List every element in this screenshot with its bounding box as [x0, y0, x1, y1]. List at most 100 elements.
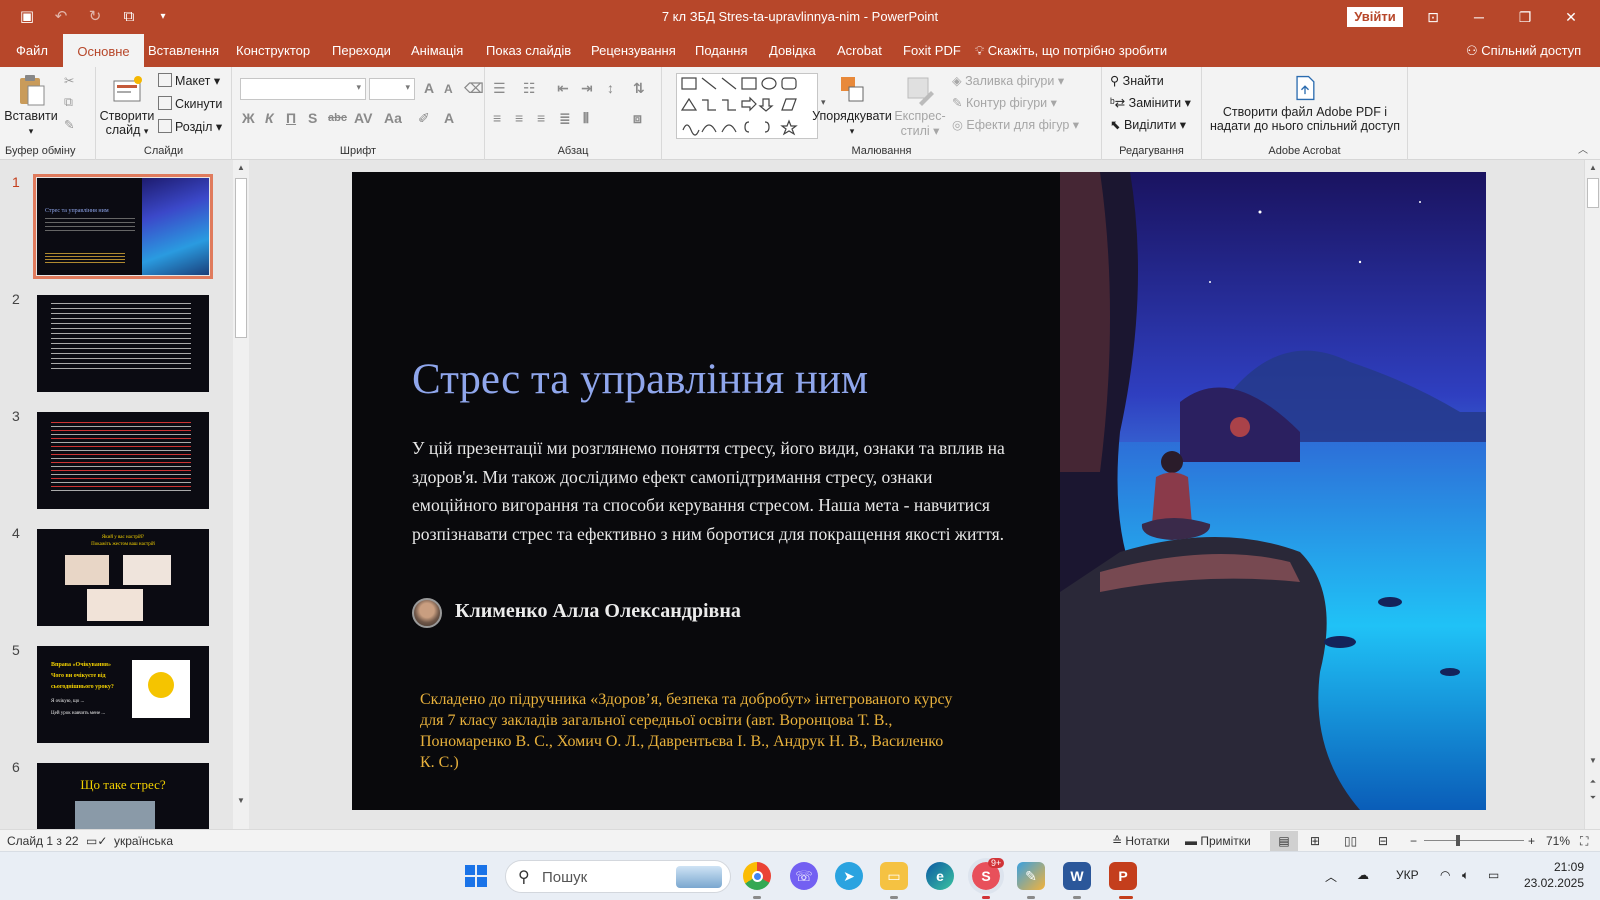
decrease-font-icon[interactable]: A: [444, 82, 453, 96]
thumbnail-slide-4[interactable]: Який у вас настрій? Покажіть жестом ваш н…: [37, 529, 209, 626]
powerpoint-icon[interactable]: P: [1109, 862, 1137, 890]
word-icon[interactable]: W: [1063, 862, 1091, 890]
zoom-slider-thumb[interactable]: [1456, 835, 1460, 846]
shape-effects-button[interactable]: ◎ Ефекти для фігур ▾: [952, 117, 1079, 132]
clock[interactable]: 21:09 23.02.2025: [1522, 859, 1584, 891]
tab-home[interactable]: Основне: [63, 34, 144, 67]
scroll-up-icon[interactable]: ▲: [233, 163, 249, 172]
tab-view[interactable]: Подання: [694, 34, 749, 67]
zoom-level[interactable]: 71%: [1546, 834, 1570, 848]
slide-sorter-icon[interactable]: ⊞: [1310, 834, 1320, 848]
scroll-down-icon[interactable]: ▼: [233, 796, 249, 805]
shape-outline-button[interactable]: ✎ Контур фігури ▾: [952, 95, 1057, 110]
numbering-icon[interactable]: ☷: [523, 80, 536, 97]
columns-icon[interactable]: ⫴: [583, 110, 589, 127]
slide-author[interactable]: Клименко Алла Олександрівна: [455, 600, 741, 623]
cut-icon[interactable]: ✂: [64, 73, 74, 88]
input-language[interactable]: УКР: [1396, 868, 1419, 882]
wifi-icon[interactable]: ◠: [1440, 868, 1450, 882]
windows-start-icon[interactable]: [462, 862, 490, 890]
strikethrough-icon[interactable]: abc: [328, 112, 347, 124]
thumbnail-slide-2[interactable]: [37, 295, 209, 392]
slideshow-view-icon[interactable]: ⊟: [1378, 834, 1388, 848]
zoom-out-icon[interactable]: −: [1410, 834, 1417, 848]
align-left-icon[interactable]: ≡: [493, 110, 501, 126]
reset-button[interactable]: Скинути: [158, 96, 222, 111]
shadow-icon[interactable]: S: [308, 110, 317, 126]
show-hidden-icons[interactable]: ︿: [1325, 868, 1337, 885]
next-slide-icon[interactable]: ⏷: [1585, 793, 1600, 803]
line-spacing-icon[interactable]: ↕: [607, 80, 614, 96]
underline-icon[interactable]: П: [286, 110, 296, 126]
layout-button[interactable]: Макет ▾: [158, 73, 220, 88]
select-button[interactable]: ⬉ Виділити ▾: [1110, 117, 1186, 132]
tab-help[interactable]: Довідка: [768, 34, 817, 67]
viber-icon[interactable]: ☏: [790, 862, 818, 890]
volume-icon[interactable]: 🔈︎: [1462, 868, 1469, 883]
slide-credits[interactable]: Складено до підручника «Здоров’я, безпек…: [420, 689, 955, 773]
increase-indent-icon[interactable]: ⇥: [581, 80, 593, 97]
increase-font-icon[interactable]: A: [424, 80, 434, 96]
font-name-box[interactable]: ▾: [240, 78, 366, 100]
thumbnail-scrollbar[interactable]: ▲ ▼: [233, 160, 249, 829]
slide-body-text[interactable]: У цій презентації ми розглянемо поняття …: [412, 434, 1007, 548]
scrollbar-thumb[interactable]: [1587, 178, 1599, 208]
current-slide[interactable]: Стрес та управління ним У цій презентаці…: [352, 172, 1486, 810]
align-right-icon[interactable]: ≡: [537, 110, 545, 126]
paint-icon[interactable]: ✎: [1017, 862, 1045, 890]
close-button[interactable]: ✕: [1548, 4, 1594, 30]
battery-icon[interactable]: ▭: [1488, 868, 1499, 882]
shape-fill-button[interactable]: ◈ Заливка фігури ▾: [952, 73, 1064, 88]
fit-slide-icon[interactable]: ⛶: [1580, 834, 1588, 849]
collapse-ribbon-icon[interactable]: ︿: [1578, 141, 1588, 156]
minimize-button[interactable]: ─: [1456, 4, 1502, 30]
normal-view-icon[interactable]: ▤: [1270, 831, 1298, 851]
quick-styles-button[interactable]: Експрес-стилі ▾: [890, 73, 950, 138]
font-size-box[interactable]: ▾: [369, 78, 415, 100]
tell-me-search[interactable]: 💡︎ Скажіть, що потрібно зробити: [975, 34, 1167, 67]
tab-animations[interactable]: Анімація: [410, 34, 464, 67]
slide-title[interactable]: Стрес та управління ним: [412, 355, 868, 404]
font-color-icon[interactable]: A: [444, 110, 454, 126]
previous-slide-icon[interactable]: ⏶: [1585, 777, 1600, 787]
tab-slide-show[interactable]: Показ слайдів: [485, 34, 572, 67]
telegram-icon[interactable]: ➤: [835, 862, 863, 890]
zoom-slider[interactable]: [1424, 840, 1524, 841]
italic-icon[interactable]: К: [265, 110, 274, 126]
sign-in-button[interactable]: Увійти: [1347, 7, 1403, 27]
paste-button[interactable]: Вставити ▾: [2, 73, 60, 137]
tab-acrobat[interactable]: Acrobat: [836, 34, 883, 67]
format-painter-icon[interactable]: ✎: [64, 117, 74, 132]
create-pdf-button[interactable]: Створити файл Adobe PDF і надати до нього…: [1204, 73, 1406, 133]
highlight-icon[interactable]: ✐: [418, 110, 430, 127]
section-button[interactable]: Розділ ▾: [158, 119, 222, 134]
onedrive-icon[interactable]: ☁: [1357, 868, 1369, 882]
find-button[interactable]: ⚲ Знайти: [1110, 73, 1164, 88]
replace-button[interactable]: ᵇ⇄ Замінити ▾: [1110, 95, 1191, 110]
restore-button[interactable]: ❐: [1502, 4, 1548, 30]
bold-icon[interactable]: Ж: [242, 110, 255, 126]
align-center-icon[interactable]: ≡: [515, 110, 523, 126]
reading-view-icon[interactable]: ▯▯: [1344, 834, 1357, 848]
arrange-button[interactable]: Упорядкувати ▾: [810, 73, 894, 137]
chrome-icon[interactable]: [743, 862, 771, 890]
scroll-down-icon[interactable]: ▼: [1585, 756, 1600, 765]
taskbar-search[interactable]: ⚲ Пошук: [505, 860, 731, 893]
copy-icon[interactable]: ⧉: [64, 95, 73, 110]
tab-insert[interactable]: Вставлення: [147, 34, 220, 67]
slide-scrollbar[interactable]: ▲ ▼ ⏶ ⏷: [1584, 160, 1600, 829]
edge-icon[interactable]: e: [926, 862, 954, 890]
zoom-in-icon[interactable]: +: [1528, 834, 1535, 848]
clear-formatting-icon[interactable]: ⌫: [464, 80, 484, 97]
new-slide-button[interactable]: Створити слайд ▾: [98, 73, 156, 137]
thumbnail-slide-5[interactable]: Вправа «Очікування» Чого ви очікуєте від с…: [37, 646, 209, 743]
tab-transitions[interactable]: Переходи: [331, 34, 392, 67]
meditation-photo[interactable]: [1060, 172, 1486, 810]
language-indicator[interactable]: українська: [114, 834, 173, 848]
character-spacing-icon[interactable]: AV: [354, 110, 372, 126]
file-explorer-icon[interactable]: ▭: [880, 862, 908, 890]
change-case-icon[interactable]: Aa: [384, 110, 402, 126]
shapes-gallery[interactable]: [676, 73, 818, 139]
proofing-icon[interactable]: ▭✓: [86, 834, 107, 848]
thumbnail-slide-6[interactable]: Що таке стрес?: [37, 763, 209, 829]
